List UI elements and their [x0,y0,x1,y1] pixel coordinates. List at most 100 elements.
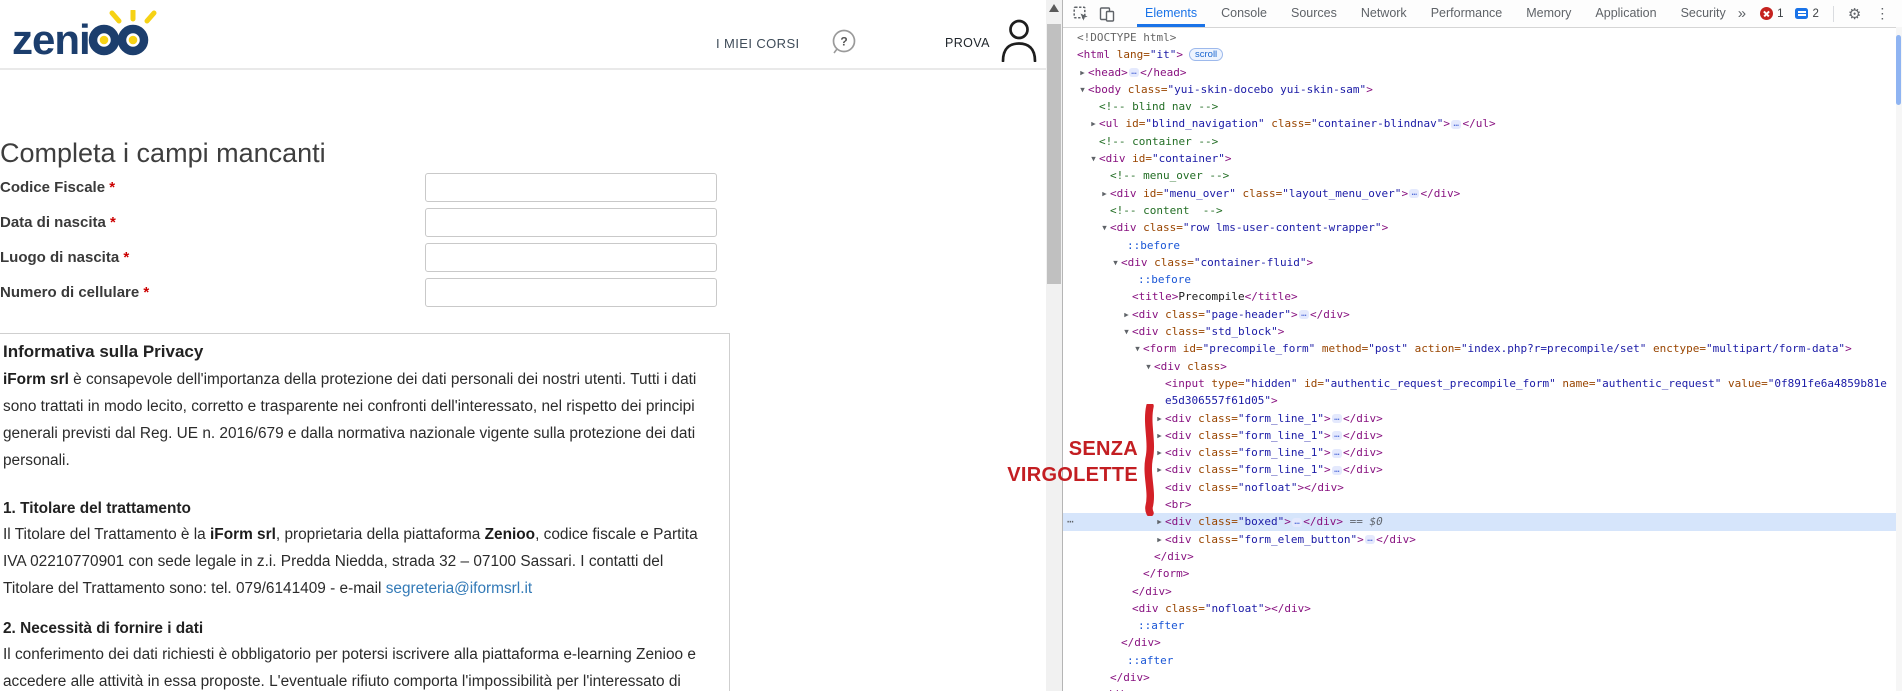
codice-fiscale-input[interactable] [425,173,717,202]
devtools-tree-row[interactable]: </div> [1063,669,1896,686]
devtools-tree-row[interactable]: <!DOCTYPE html> [1063,29,1896,46]
nav-username[interactable]: PROVA [945,36,990,50]
devtools-tree-row[interactable]: ▶<div class="form_elem_button">…</div> [1063,531,1896,548]
devtools-tree-row[interactable]: <!-- menu_over --> [1063,167,1896,184]
collapse-arrow-icon[interactable]: ▼ [1099,219,1110,236]
devtools-tree-row[interactable]: ::before [1063,237,1896,254]
expand-inline-icon[interactable]: … [1451,120,1461,129]
devtools-tree-row[interactable]: ▶<head>…</head> [1063,64,1896,81]
code-token: <div [1165,515,1198,528]
expand-arrow-icon[interactable]: ▶ [1121,306,1132,323]
devtools-tree-row[interactable]: </div> [1063,548,1896,565]
message-count: 2 [1812,8,1818,20]
nav-my-courses[interactable]: I MIEI CORSI [716,36,800,51]
devtools-tree-row[interactable]: <div class="nofloat"></div> [1063,600,1896,617]
tab-memory[interactable]: Memory [1514,0,1583,27]
console-errors-badge[interactable]: 1 [1760,7,1783,20]
expand-inline-icon[interactable]: … [1332,431,1342,440]
expand-inline-icon[interactable]: … [1299,310,1309,319]
scroll-badge: scroll [1189,48,1223,61]
devtools-tree-row[interactable]: ▼<div class="std_block"> [1063,323,1896,340]
devtools-tree-row[interactable]: ▼<div class="container-fluid"> [1063,254,1896,271]
collapse-arrow-icon[interactable]: ▼ [1077,81,1088,98]
expand-inline-icon[interactable]: … [1332,466,1342,475]
devtools-panel: ElementsConsoleSourcesNetworkPerformance… [1062,0,1902,691]
devtools-tree-row[interactable]: <div class="nofloat"></div> [1063,479,1896,496]
expand-inline-icon[interactable]: … [1332,449,1342,458]
devtools-tree-row[interactable]: </div> [1063,634,1896,651]
devtools-tree-row[interactable]: ▶<div class="form_line_1">…</div> [1063,461,1896,478]
row-overflow-icon[interactable]: ⋯ [1067,513,1074,530]
code-token: > [1324,446,1331,459]
scroll-up-arrow-icon[interactable] [1049,4,1059,12]
page-scrollbar-thumb[interactable] [1047,24,1061,284]
expand-arrow-icon[interactable]: ▶ [1154,531,1165,548]
tab-sources[interactable]: Sources [1279,0,1349,27]
expand-arrow-icon[interactable]: ▶ [1099,185,1110,202]
kebab-menu-icon[interactable]: ⋮ [1875,5,1889,22]
devtools-tree-row[interactable]: ▶<div class="form_line_1">…</div> [1063,427,1896,444]
devtools-scrollbar[interactable] [1896,27,1902,691]
devtools-tree-row[interactable]: ::after [1063,652,1896,669]
devtools-tree-row[interactable]: ▼<div class="row lms-user-content-wrappe… [1063,219,1896,236]
zenioo-logo[interactable]: zeni [12,10,162,69]
inspect-element-icon[interactable] [1073,6,1089,22]
devtools-tree-row[interactable]: <!-- container --> [1063,133,1896,150]
devtools-tree-row[interactable]: ▼<body class="yui-skin-docebo yui-skin-s… [1063,81,1896,98]
devtools-tree-row[interactable]: ▶<div class="page-header">…</div> [1063,306,1896,323]
devtools-tree-row[interactable]: ▶<div class="form_line_1">…</div> [1063,444,1896,461]
expand-arrow-icon[interactable]: ▶ [1088,115,1099,132]
console-messages-badge[interactable]: 2 [1795,8,1818,20]
devtools-tree-row[interactable]: <!-- blind nav --> [1063,98,1896,115]
expand-inline-icon[interactable]: … [1365,535,1375,544]
devtools-tree-row[interactable]: <title>Precompile</title> [1063,288,1896,305]
devtools-tree-row[interactable]: ::after [1063,617,1896,634]
devtools-tree-row[interactable]: ▶<div id="menu_over" class="layout_menu_… [1063,185,1896,202]
tab-application[interactable]: Application [1583,0,1668,27]
devtools-tree-row[interactable]: </div> [1063,583,1896,600]
tab-security[interactable]: Security [1669,0,1738,27]
devtools-tree-row[interactable]: <br> [1063,496,1896,513]
devtools-tree-row[interactable]: ▼<div id="container"> [1063,150,1896,167]
numero-di-cellulare-input[interactable] [425,278,717,307]
devtools-tree-row[interactable]: ::before [1063,271,1896,288]
devtools-tree-row[interactable]: <!-- content --> [1063,202,1896,219]
luogo-di-nascita-input[interactable] [425,243,717,272]
collapse-arrow-icon[interactable]: ▼ [1143,358,1154,375]
page-scrollbar[interactable] [1046,0,1062,691]
tab-network[interactable]: Network [1349,0,1419,27]
help-icon[interactable]: ? [830,28,858,63]
expand-arrow-icon[interactable]: ▶ [1077,64,1088,81]
device-toolbar-icon[interactable] [1099,6,1115,22]
expand-inline-icon[interactable]: … [1332,414,1342,423]
devtools-tree-row[interactable]: ▼<form id="precompile_form" method="post… [1063,340,1896,357]
devtools-tree-row[interactable]: e5d306557f61d05"> [1063,392,1896,409]
privacy-email-link[interactable]: segreteria@iformsrl.it [386,580,532,597]
devtools-tree-row[interactable]: ▶<div class="form_line_1">…</div> [1063,410,1896,427]
tab-console[interactable]: Console [1209,0,1279,27]
tab-elements[interactable]: Elements [1133,0,1209,27]
code-token: method= [1315,342,1368,355]
devtools-tree-row[interactable]: <input type="hidden" id="authentic_reque… [1063,375,1896,392]
code-token: > [1271,394,1278,407]
expand-inline-icon[interactable]: … [1409,189,1419,198]
code-token: e5d306557f61d05" [1165,394,1271,407]
tab-performance[interactable]: Performance [1419,0,1515,27]
devtools-tree-row[interactable]: <html lang="it">scroll [1063,46,1896,63]
devtools-tree-row[interactable]: ▼<div class> [1063,358,1896,375]
devtools-scrollbar-thumb[interactable] [1896,35,1901,105]
expand-inline-icon[interactable]: … [1129,68,1139,77]
devtools-tree-row[interactable]: </div> [1063,686,1896,691]
data-di-nascita-input[interactable] [425,208,717,237]
collapse-arrow-icon[interactable]: ▼ [1110,254,1121,271]
devtools-tree-row[interactable]: ▶<ul id="blind_navigation" class="contai… [1063,115,1896,132]
user-avatar-icon[interactable] [998,18,1040,67]
devtools-tree-row[interactable]: </form> [1063,565,1896,582]
expand-inline-icon[interactable]: … [1292,518,1302,527]
collapse-arrow-icon[interactable]: ▼ [1088,150,1099,167]
devtools-tree-row-selected[interactable]: ⋯▶<div class="boxed">…</div> == $0 [1063,513,1896,530]
more-tabs-icon[interactable]: » [1738,5,1746,22]
collapse-arrow-icon[interactable]: ▼ [1121,323,1132,340]
settings-gear-icon[interactable]: ⚙ [1848,5,1861,23]
collapse-arrow-icon[interactable]: ▼ [1132,340,1143,357]
